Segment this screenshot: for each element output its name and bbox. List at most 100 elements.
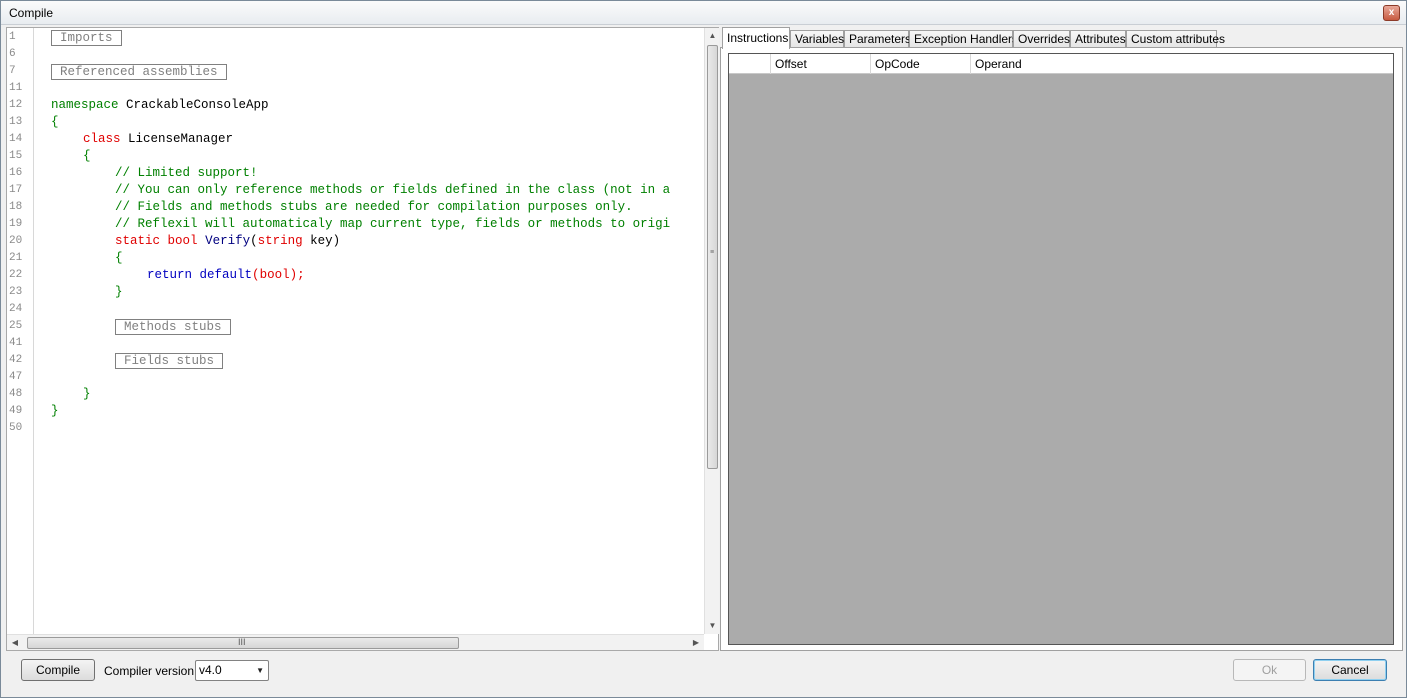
- tab-overrides[interactable]: Overrides: [1013, 30, 1070, 48]
- scroll-up-icon[interactable]: ▲: [705, 28, 720, 44]
- code-line: // Limited support!: [115, 165, 258, 182]
- compile-window: Compile x 1 6 7 11 12 13 14 15 16 17 18 19 20 21 22 23 2…: [0, 0, 1407, 698]
- code-editor[interactable]: 1 6 7 11 12 13 14 15 16 17 18 19 20 21 22 23 24 25 41 42 47 4…: [6, 27, 719, 651]
- code-comment: // Limited support!: [115, 166, 258, 180]
- vertical-scroll-thumb[interactable]: ≡: [707, 45, 718, 469]
- line-number: 6: [9, 48, 16, 60]
- line-number: 12: [9, 99, 23, 111]
- line-number: 11: [9, 82, 23, 94]
- grid-header: Offset OpCode Operand: [729, 54, 1393, 74]
- line-numbers: 1 6 7 11 12 13 14 15 16 17 18 19 20 21 22 23 24 25 41 42 47 4…: [7, 28, 34, 634]
- code-keyword: bool: [167, 234, 198, 248]
- line-number: 49: [9, 405, 23, 417]
- line-number: 1: [9, 31, 16, 43]
- scroll-right-icon[interactable]: ▶: [688, 635, 704, 651]
- tab-instructions[interactable]: Instructions: [722, 27, 790, 49]
- tab-exception-handlers[interactable]: Exception Handlers: [909, 30, 1018, 48]
- code-keyword: (: [252, 268, 260, 282]
- tab-variables[interactable]: Variables: [790, 30, 844, 48]
- code-line: {: [51, 114, 59, 131]
- code-line: class LicenseManager: [83, 131, 233, 148]
- column-opcode[interactable]: OpCode: [871, 54, 971, 74]
- code-keyword: namespace: [51, 98, 119, 112]
- tab-content: Offset OpCode Operand: [720, 47, 1403, 651]
- code-line: namespace CrackableConsoleApp: [51, 97, 269, 114]
- scroll-grip-icon: III: [238, 637, 246, 647]
- code-keyword: string: [257, 234, 303, 248]
- code-token: LicenseManager: [120, 132, 234, 146]
- line-number: 25: [9, 320, 23, 332]
- line-number: 14: [9, 133, 23, 145]
- code-line: static bool Verify(string key): [115, 233, 340, 250]
- line-number: 42: [9, 354, 23, 366]
- code-line: }: [51, 403, 59, 420]
- code-token: CrackableConsoleApp: [118, 98, 269, 112]
- code-comment: // Reflexil will automaticaly map curren…: [115, 217, 671, 231]
- column-offset[interactable]: Offset: [771, 54, 871, 74]
- close-icon[interactable]: x: [1383, 5, 1400, 21]
- code-token: {: [51, 115, 59, 129]
- code-token: }: [115, 285, 123, 299]
- code-line: // You can only reference methods or fie…: [115, 182, 670, 199]
- cancel-button[interactable]: Cancel: [1313, 659, 1387, 681]
- code-line: }: [115, 284, 123, 301]
- code-line: // Reflexil will automaticaly map curren…: [115, 216, 670, 233]
- compiler-version-label: Compiler version:: [104, 664, 198, 678]
- code-area[interactable]: +Imports+Referenced assembliesnamespace …: [35, 28, 705, 634]
- window-title: Compile: [9, 6, 54, 20]
- code-line: {: [83, 148, 91, 165]
- code-keyword: bool: [259, 268, 290, 282]
- horizontal-scroll-thumb[interactable]: III: [27, 637, 459, 649]
- line-number: 18: [9, 201, 23, 213]
- collapsed-region[interactable]: Fields stubs: [115, 353, 224, 369]
- chevron-down-icon: ▼: [256, 666, 264, 675]
- line-number: 50: [9, 422, 23, 434]
- collapsed-region[interactable]: Imports: [51, 30, 122, 46]
- collapsed-region[interactable]: Referenced assemblies: [51, 64, 227, 80]
- horizontal-scrollbar[interactable]: ◀ III ▶: [7, 634, 704, 650]
- line-number: 13: [9, 116, 23, 128]
- scroll-left-icon[interactable]: ◀: [7, 635, 23, 651]
- line-number: 20: [9, 235, 23, 247]
- line-number: 7: [9, 65, 16, 77]
- line-number: 41: [9, 337, 23, 349]
- tab-attributes[interactable]: Attributes: [1070, 30, 1126, 48]
- code-token: (: [250, 234, 258, 248]
- code-keyword: static: [115, 234, 161, 248]
- vertical-scrollbar[interactable]: ▲ ≡ ▼: [704, 28, 719, 634]
- instructions-grid[interactable]: Offset OpCode Operand: [728, 53, 1394, 645]
- ok-button[interactable]: Ok: [1233, 659, 1306, 681]
- scroll-grip-icon: ≡: [710, 249, 715, 256]
- collapsed-region[interactable]: Methods stubs: [115, 319, 231, 335]
- code-token: Verify: [205, 234, 251, 248]
- line-number: 24: [9, 303, 23, 315]
- row-header-column[interactable]: [729, 54, 771, 74]
- compile-button[interactable]: Compile: [21, 659, 95, 681]
- column-operand[interactable]: Operand: [971, 54, 1393, 74]
- compiler-version-select[interactable]: v4.0 ▼: [195, 660, 269, 681]
- scroll-down-icon[interactable]: ▼: [705, 618, 720, 634]
- tab-strip: Instructions Variables Parameters Except…: [720, 27, 1403, 49]
- line-number: 17: [9, 184, 23, 196]
- code-token: {: [115, 251, 123, 265]
- tab-custom-attributes[interactable]: Custom attributes: [1126, 30, 1225, 48]
- code-comment: // Fields and methods stubs are needed f…: [115, 200, 633, 214]
- code-token: key): [302, 234, 341, 248]
- code-comment: // You can only reference methods or fie…: [115, 183, 671, 197]
- instruction-panel: Instructions Variables Parameters Except…: [720, 27, 1403, 651]
- line-number: 21: [9, 252, 23, 264]
- code-line: }: [83, 386, 91, 403]
- code-line: {: [115, 250, 123, 267]
- code-keyword: default: [199, 268, 253, 282]
- line-number: 22: [9, 269, 23, 281]
- code-keyword: class: [83, 132, 121, 146]
- line-number: 16: [9, 167, 23, 179]
- code-token: }: [83, 387, 91, 401]
- line-number: 19: [9, 218, 23, 230]
- tab-parameters[interactable]: Parameters: [844, 30, 911, 48]
- code-line: // Fields and methods stubs are needed f…: [115, 199, 633, 216]
- line-number: 23: [9, 286, 23, 298]
